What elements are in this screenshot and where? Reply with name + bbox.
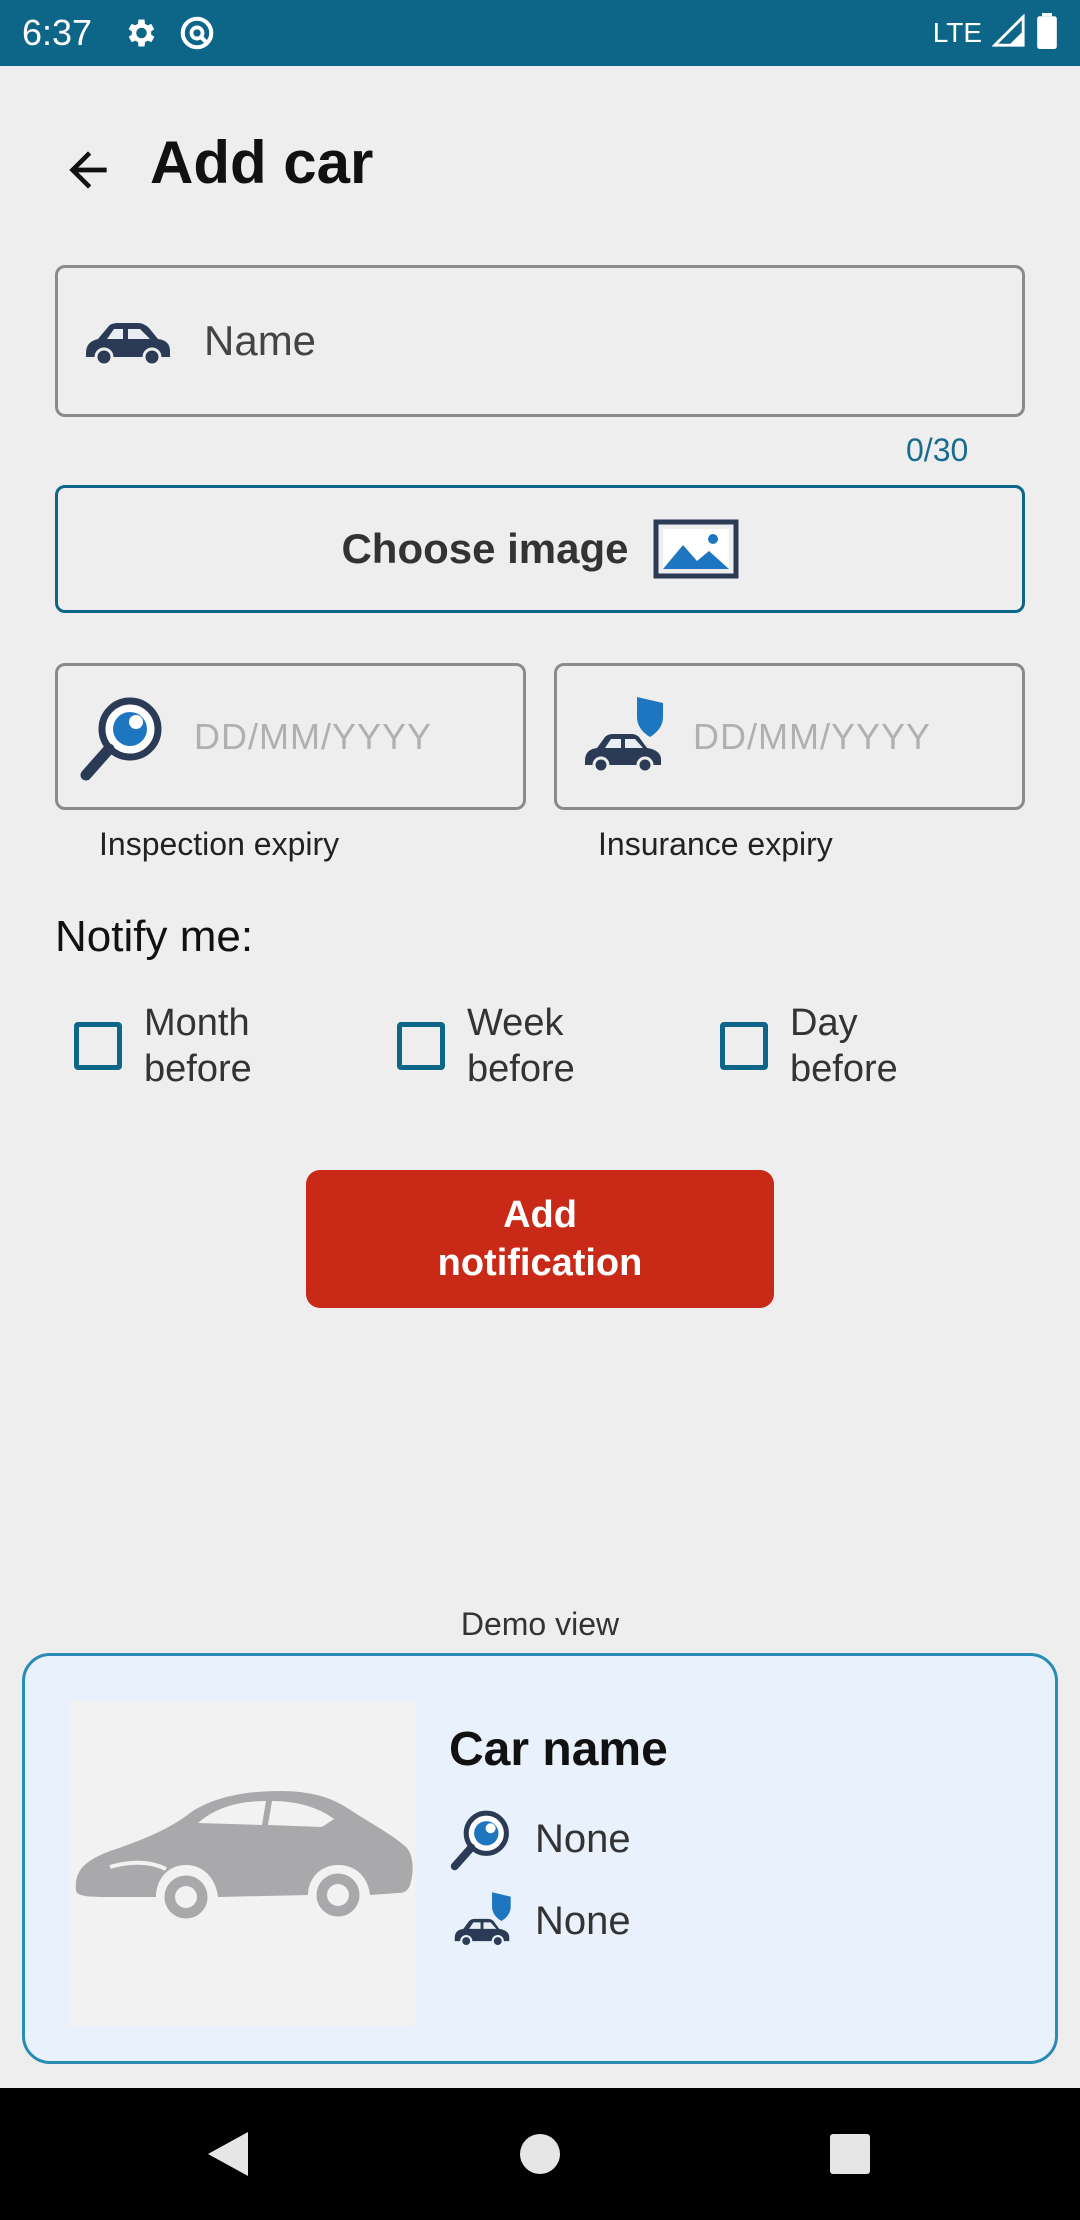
status-right: LTE — [932, 12, 1058, 54]
name-input[interactable] — [204, 317, 984, 365]
insurance-caption: Insurance expiry — [598, 826, 833, 862]
insurance-car-shield-icon — [585, 696, 663, 773]
back-button[interactable] — [56, 138, 120, 202]
add-notification-button[interactable]: Add notification — [306, 1170, 774, 1308]
image-icon — [653, 519, 739, 579]
month-before-checkbox[interactable] — [74, 1022, 122, 1070]
network-label: LTE — [932, 17, 982, 48]
demo-view-label: Demo view — [460, 1606, 620, 1642]
demo-inspection-row: None — [449, 1806, 631, 1872]
nav-back-button[interactable] — [204, 2130, 252, 2178]
inspection-date-field[interactable] — [55, 663, 526, 810]
battery-icon — [1036, 12, 1058, 54]
demo-car-name: Car name — [449, 1723, 668, 1776]
week-before-checkbox[interactable] — [397, 1022, 445, 1070]
triangle-back-icon — [208, 2132, 248, 2176]
settings-icon — [122, 15, 158, 51]
inspection-magnifier-icon — [450, 1810, 509, 1871]
nav-recents-button[interactable] — [826, 2130, 874, 2178]
demo-insurance-value: None — [535, 1898, 631, 1943]
day-before-checkbox[interactable] — [720, 1022, 768, 1070]
sync-icon — [178, 14, 216, 52]
status-bar: 6:37 LTE — [0, 0, 1080, 66]
demo-card: Car name None None — [22, 1653, 1058, 2064]
insurance-date-field[interactable] — [554, 663, 1025, 810]
day-before-option[interactable]: Day before — [720, 1000, 940, 1092]
signal-icon — [991, 12, 1026, 53]
nav-home-button[interactable] — [516, 2130, 564, 2178]
day-before-label: Day before — [790, 1002, 898, 1090]
month-before-label: Month before — [144, 1002, 252, 1090]
demo-insurance-row: None — [449, 1888, 631, 1954]
inspection-date-input[interactable] — [194, 715, 494, 758]
page-title: Add car — [150, 129, 374, 196]
week-before-label: Week before — [467, 1002, 575, 1090]
app-bar: Add car — [0, 66, 1080, 266]
insurance-car-shield-icon — [454, 1892, 511, 1948]
month-before-option[interactable]: Month before — [74, 1000, 294, 1092]
demo-car-image — [70, 1701, 415, 2026]
notify-title: Notify me: — [55, 912, 254, 961]
insurance-date-input[interactable] — [693, 715, 993, 758]
car-icon — [86, 323, 170, 367]
arrow-left-icon — [69, 151, 107, 189]
inspection-caption: Inspection expiry — [99, 826, 340, 862]
circle-home-icon — [520, 2134, 560, 2174]
week-before-option[interactable]: Week before — [397, 1000, 617, 1092]
name-field[interactable] — [55, 265, 1025, 417]
inspection-magnifier-icon — [80, 697, 162, 780]
car-placeholder-icon — [75, 1791, 413, 1924]
status-time: 6:37 — [22, 12, 93, 53]
square-recents-icon — [830, 2134, 870, 2174]
add-notification-label: Add notification — [437, 1194, 643, 1284]
choose-image-label: Choose image — [341, 525, 629, 572]
navigation-bar — [0, 2088, 1080, 2220]
choose-image-button[interactable]: Choose image — [55, 485, 1025, 613]
name-char-counter: 0/30 — [906, 432, 969, 468]
demo-inspection-value: None — [535, 1816, 631, 1861]
